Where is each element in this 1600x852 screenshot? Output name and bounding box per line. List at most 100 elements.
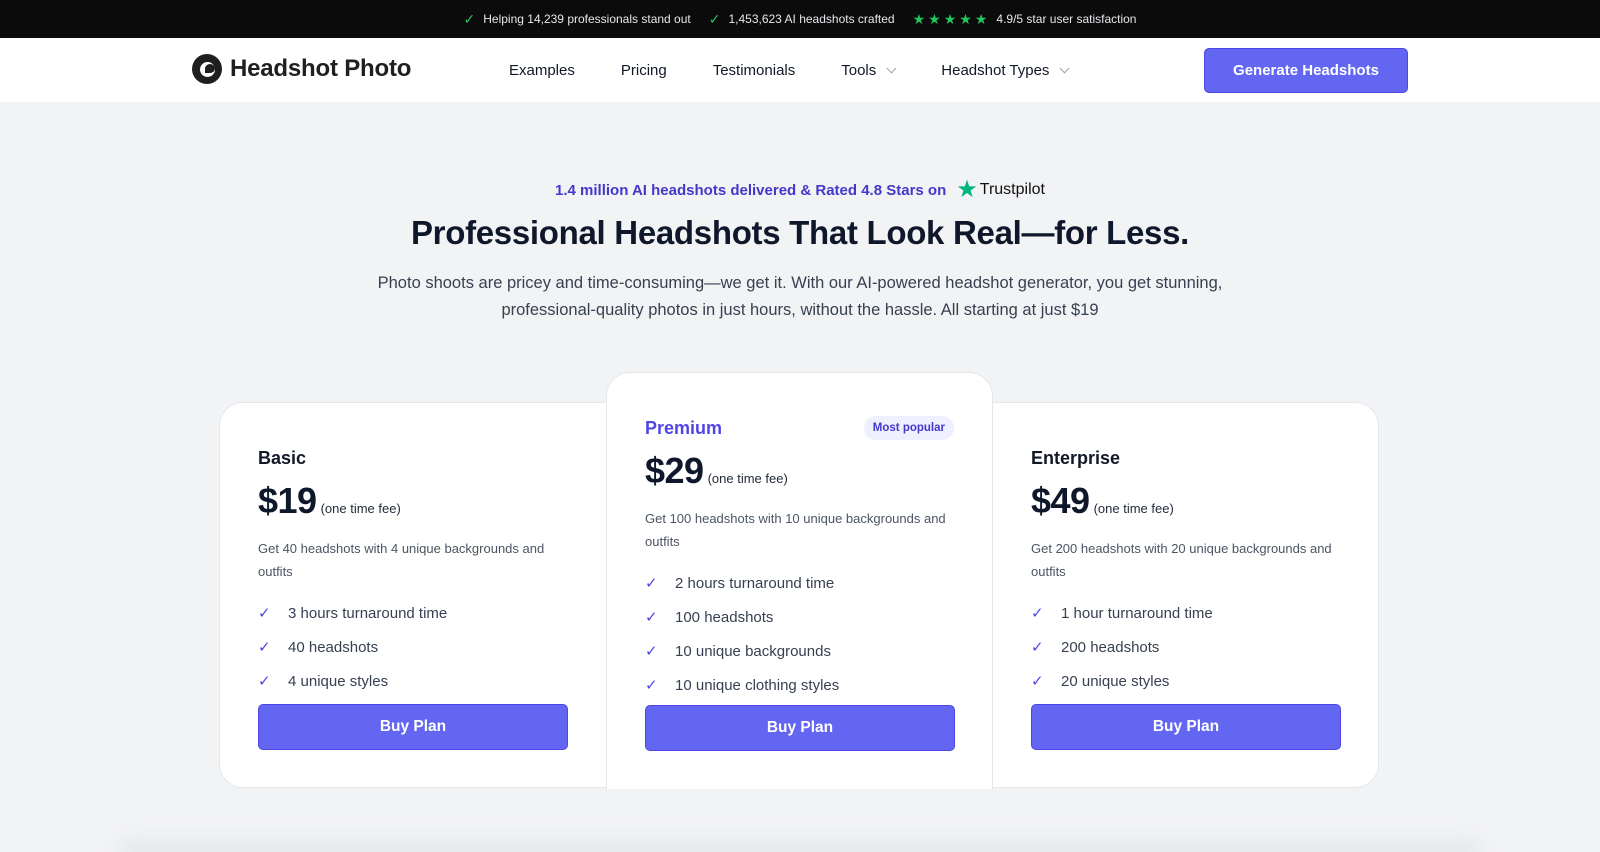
star-icon: ★ <box>959 10 972 27</box>
feature-text: 3 hours turnaround time <box>288 604 448 622</box>
buy-plan-button-premium[interactable]: Buy Plan <box>645 705 955 751</box>
feature-text: 40 headshots <box>288 638 379 656</box>
check-icon: ✓ <box>1031 673 1044 690</box>
brand-name: Headshot Photo <box>230 55 412 82</box>
next-section-shadow <box>120 840 1480 852</box>
plan-price: $49 <box>1031 480 1090 521</box>
check-icon: ✓ <box>258 639 271 656</box>
plan-fee-note: (one time fee) <box>1093 501 1174 516</box>
site-header: Headshot Photo Examples Pricing Testimon… <box>0 38 1600 102</box>
plan-description: Get 40 headshots with 4 unique backgroun… <box>258 541 545 579</box>
plan-name: Enterprise <box>1031 446 1342 470</box>
check-icon: ✓ <box>258 673 271 690</box>
brand-logo[interactable]: Headshot Photo <box>192 54 411 84</box>
chevron-down-icon <box>1059 63 1070 73</box>
star-icon: ★ <box>974 10 988 27</box>
feature-item: ✓ 20 unique styles <box>1031 664 1342 698</box>
plan-price: $19 <box>258 480 317 521</box>
stat-professionals: ✓ Helping 14,239 professionals stand out <box>464 11 691 28</box>
check-icon: ✓ <box>258 605 271 622</box>
buy-plan-button-enterprise[interactable]: Buy Plan <box>1031 704 1341 750</box>
generate-headshots-button[interactable]: Generate Headshots <box>1204 48 1408 93</box>
plan-name-text: Enterprise <box>1031 447 1121 468</box>
page-title: Professional Headshots That Look Real—fo… <box>410 214 1190 251</box>
check-icon: ✓ <box>645 643 658 660</box>
stars-icon: ★ ★ ★ ★ ★ <box>913 11 988 28</box>
feature-text: 1 hour turnaround time <box>1061 604 1213 622</box>
feature-item: ✓ 100 headshots <box>645 600 954 634</box>
trustpilot-logo[interactable]: ★ Trustpilot <box>956 178 1045 202</box>
nav-examples[interactable]: Examples <box>509 62 575 79</box>
feature-text: 20 unique styles <box>1061 672 1170 690</box>
feature-text: 10 unique clothing styles <box>675 676 840 694</box>
trustpilot-label: Trustpilot <box>979 181 1045 198</box>
stat-text: Helping 14,239 professionals stand out <box>483 12 691 26</box>
star-icon: ★ <box>928 10 941 27</box>
nav-label: Pricing <box>620 61 667 79</box>
check-icon: ✓ <box>463 10 476 27</box>
nav-testimonials[interactable]: Testimonials <box>713 62 796 79</box>
most-popular-badge: Most popular <box>863 416 954 440</box>
price-row: $29 (one time fee) <box>645 450 954 492</box>
stat-headshots: ✓ 1,453,623 AI headshots crafted <box>709 11 895 28</box>
stat-text: 1,453,623 AI headshots crafted <box>728 12 895 26</box>
price-row: $49 (one time fee) <box>1031 480 1342 522</box>
pricing-cards: Basic $19 (one time fee) Get 40 headshot… <box>219 372 1380 789</box>
feature-item: ✓ 10 unique backgrounds <box>645 634 954 668</box>
plan-description: Get 100 headshots with 10 unique backgro… <box>645 511 946 549</box>
feature-item: ✓ 3 hours turnaround time <box>258 596 569 630</box>
feature-item: ✓ 2 hours turnaround time <box>645 566 954 600</box>
feature-list: ✓ 3 hours turnaround time ✓ 40 headshots ✓… <box>258 596 569 698</box>
feature-item: ✓ 40 headshots <box>258 630 569 664</box>
plan-price: $29 <box>645 450 704 491</box>
plan-name-text: Premium <box>645 417 723 438</box>
feature-list: ✓ 2 hours turnaround time ✓ 100 headshots … <box>645 566 954 702</box>
check-icon: ✓ <box>1031 639 1044 656</box>
plan-card-basic: Basic $19 (one time fee) Get 40 headshot… <box>220 403 607 787</box>
plan-name-text: Basic <box>258 447 307 468</box>
price-row: $19 (one time fee) <box>258 480 569 522</box>
feature-item: ✓ 200 headshots <box>1031 630 1342 664</box>
plan-fee-note: (one time fee) <box>707 471 788 486</box>
feature-text: 200 headshots <box>1061 638 1160 656</box>
nav-label: Tools <box>841 61 877 79</box>
feature-text: 100 headshots <box>675 608 774 626</box>
announcement-bar: ✓ Helping 14,239 professionals stand out… <box>0 0 1600 38</box>
check-icon: ✓ <box>645 609 658 626</box>
logo-icon <box>192 54 222 84</box>
feature-item: ✓ 1 hour turnaround time <box>1031 596 1342 630</box>
star-icon: ★ <box>912 10 926 27</box>
chevron-down-icon <box>886 63 897 73</box>
rating-tagline: 1.4 million AI headshots delivered & Rat… <box>0 178 1600 202</box>
feature-item: ✓ 10 unique clothing styles <box>645 668 954 702</box>
nav-label: Headshot Types <box>941 61 1050 79</box>
stat-text: 4.9/5 star user satisfaction <box>996 12 1137 26</box>
feature-list: ✓ 1 hour turnaround time ✓ 200 headshots ✓… <box>1031 596 1342 698</box>
plan-card-enterprise: Enterprise $49 (one time fee) Get 200 he… <box>993 403 1380 787</box>
feature-item: ✓ 4 unique styles <box>258 664 569 698</box>
nav-headshot-types[interactable]: Headshot Types <box>941 61 1070 79</box>
trustpilot-star-icon: ★ <box>956 176 978 203</box>
nav-label: Testimonials <box>712 61 796 79</box>
plan-description: Get 200 headshots with 20 unique backgro… <box>1031 541 1332 579</box>
nav-label: Examples <box>509 61 575 79</box>
stat-rating: ★ ★ ★ ★ ★ 4.9/5 star user satisfaction <box>913 11 1137 28</box>
plan-name: Premium Most popular <box>645 416 954 440</box>
feature-text: 10 unique backgrounds <box>675 642 831 660</box>
feature-text: 2 hours turnaround time <box>675 574 835 592</box>
plan-fee-note: (one time fee) <box>320 501 401 516</box>
nav-tools[interactable]: Tools <box>841 61 897 79</box>
check-icon: ✓ <box>645 677 658 694</box>
star-icon: ★ <box>943 10 957 27</box>
plan-card-premium: Premium Most popular $29 (one time fee) … <box>606 372 993 789</box>
check-icon: ✓ <box>1031 605 1044 622</box>
check-icon: ✓ <box>645 575 658 592</box>
plan-name: Basic <box>258 446 569 470</box>
tagline-text: 1.4 million AI headshots delivered & Rat… <box>555 181 947 199</box>
main-nav: Examples Pricing Testimonials Tools Head… <box>509 38 1114 102</box>
hero-description: Photo shoots are pricey and time-consumi… <box>377 274 1223 319</box>
feature-text: 4 unique styles <box>288 672 389 690</box>
nav-pricing[interactable]: Pricing <box>621 62 667 79</box>
buy-plan-button-basic[interactable]: Buy Plan <box>258 704 568 750</box>
check-icon: ✓ <box>708 10 721 27</box>
